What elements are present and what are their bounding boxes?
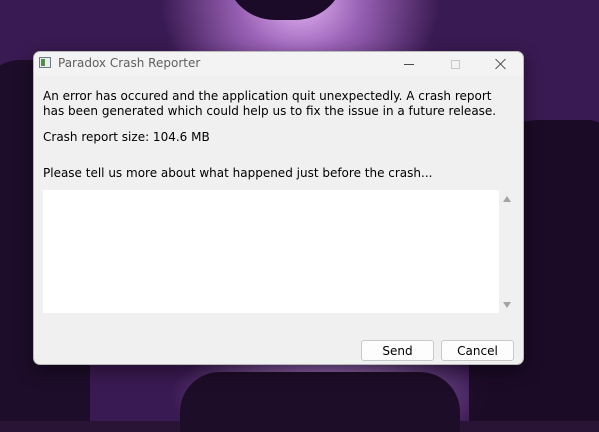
details-scrollbar[interactable]: [499, 190, 515, 313]
details-prompt: Please tell us more about what happened …: [43, 166, 433, 180]
close-button[interactable]: [478, 52, 523, 76]
maximize-icon: [450, 59, 460, 69]
wallpaper-figure-bottom: [180, 372, 460, 432]
crash-report-size: Crash report size: 104.6 MB: [43, 130, 210, 144]
crash-reporter-window: Paradox Crash Reporter An error has occu…: [33, 51, 524, 365]
wallpaper-figure-head: [225, 0, 345, 20]
window-title: Paradox Crash Reporter: [58, 56, 201, 70]
minimize-icon: [404, 63, 414, 65]
send-button[interactable]: Send: [361, 340, 434, 361]
minimize-button[interactable]: [386, 52, 432, 76]
app-window-icon: [39, 57, 51, 68]
title-bar[interactable]: Paradox Crash Reporter: [34, 52, 523, 76]
crash-details-input[interactable]: [43, 190, 499, 313]
maximize-button: [432, 52, 478, 76]
scroll-down-arrow-icon[interactable]: [503, 302, 511, 308]
scroll-up-arrow-icon[interactable]: [503, 196, 511, 202]
cancel-button[interactable]: Cancel: [441, 340, 514, 361]
close-icon: [495, 58, 507, 70]
error-message: An error has occured and the application…: [43, 89, 497, 118]
